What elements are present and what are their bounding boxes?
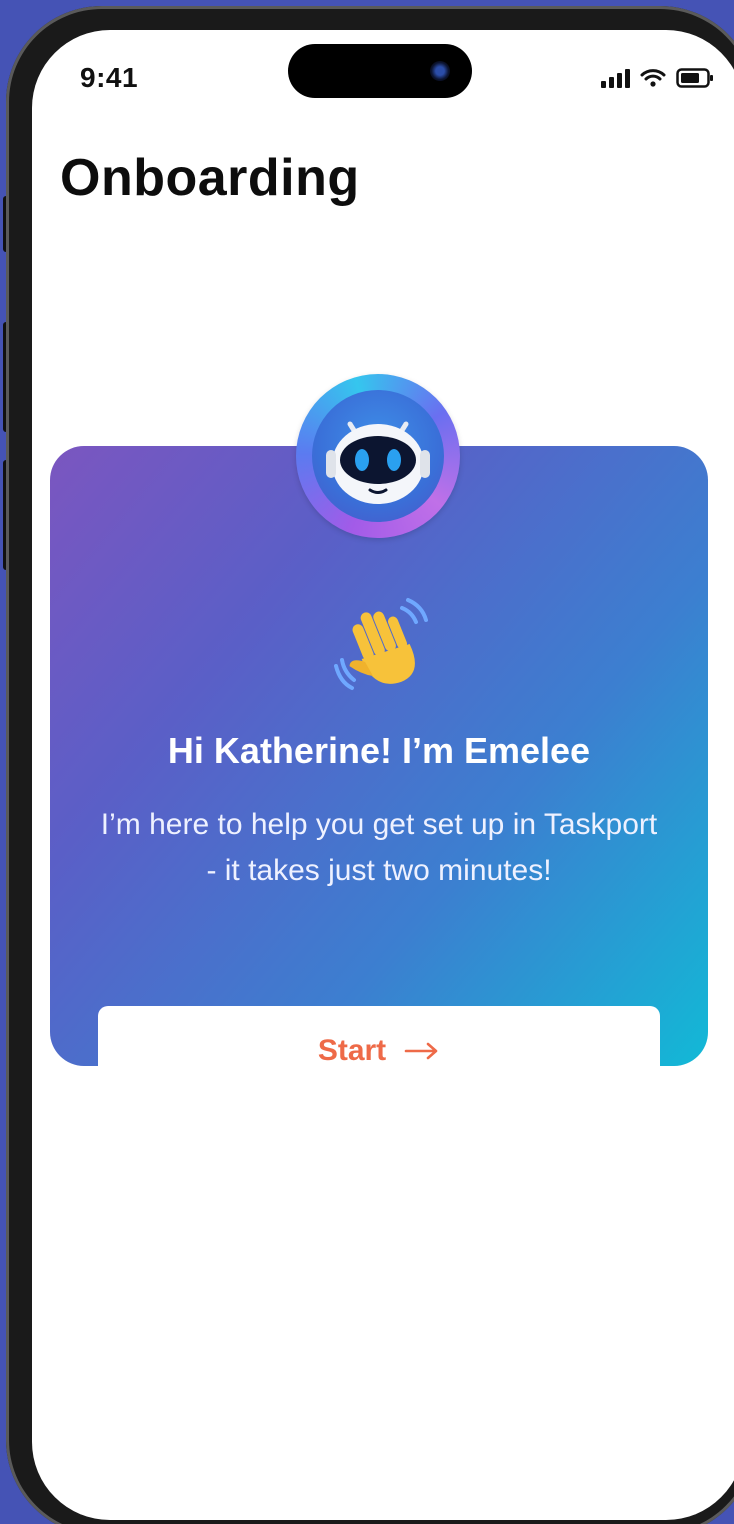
stage: 9:41 Onboarding Hi Katherine! I’m Emelee… xyxy=(0,0,734,1524)
cellular-signal-icon xyxy=(601,68,630,88)
phone-screen: 9:41 Onboarding Hi Katherine! I’m Emelee… xyxy=(32,30,734,1520)
phone-frame: 9:41 Onboarding Hi Katherine! I’m Emelee… xyxy=(6,6,734,1524)
greeting-heading: Hi Katherine! I’m Emelee xyxy=(167,730,591,771)
start-button[interactable]: Start xyxy=(98,1006,660,1096)
avatar-background xyxy=(312,390,444,522)
camera-icon xyxy=(430,61,450,81)
status-time: 9:41 xyxy=(80,62,139,93)
greeting-subtitle: I’m here to help you get set up in Taskp… xyxy=(100,808,658,887)
robot-face-icon xyxy=(326,421,430,504)
start-button-label: Start xyxy=(317,1034,387,1067)
arrow-right-icon xyxy=(404,1042,438,1060)
robot-assistant-icon xyxy=(296,374,460,538)
status-bar: 9:41 xyxy=(32,30,734,120)
waving-hand-icon xyxy=(332,594,432,694)
status-icons xyxy=(601,68,714,88)
skip-onboarding-link[interactable]: Skip onboarding xyxy=(50,1148,708,1182)
wifi-icon xyxy=(640,68,666,88)
page-title: Onboarding xyxy=(60,149,360,207)
dynamic-island xyxy=(288,44,472,98)
battery-icon xyxy=(676,68,714,88)
